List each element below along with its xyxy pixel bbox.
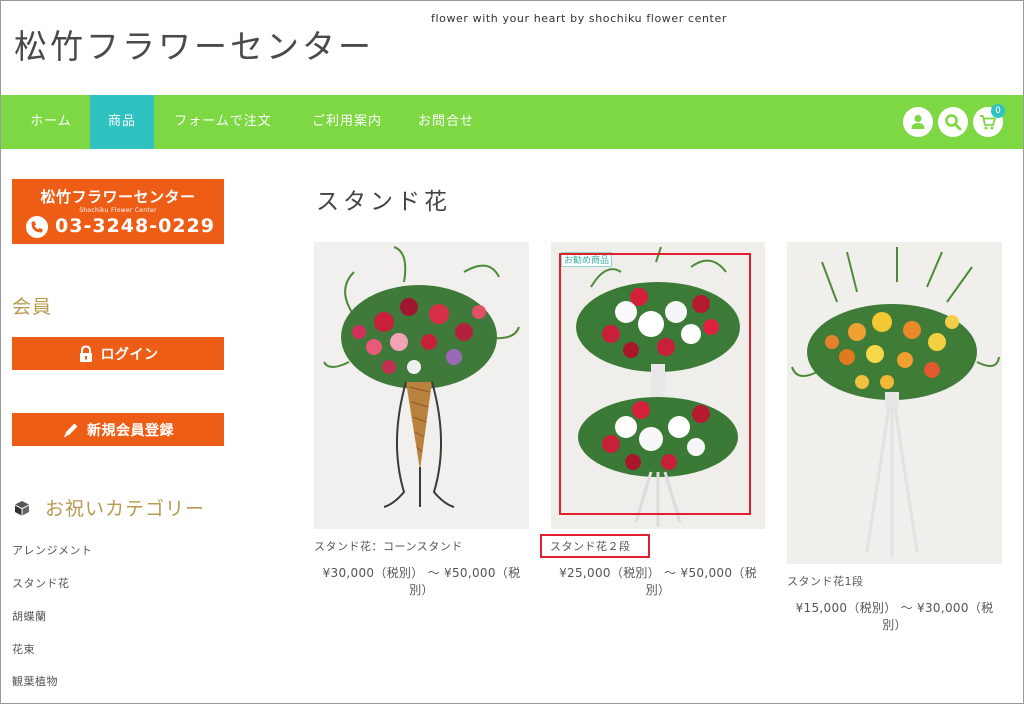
product-price-line: ¥30,000（税別） 〜 ¥50,000（税 — [322, 566, 521, 580]
lock-icon — [79, 344, 92, 362]
product-price-line: ¥25,000（税別） 〜 ¥50,000（税 — [559, 566, 757, 580]
register-button[interactable]: 新規会員登録 — [12, 413, 224, 446]
product-name-single-tier-stand[interactable]: スタンド花1段 — [787, 573, 864, 589]
banner-shop-name: 松竹フラワーセンター — [40, 188, 196, 206]
banner-shop-name-roman: Shochiku Flower Center — [79, 207, 157, 214]
nav-item-guide[interactable]: ご利用案内 — [299, 95, 395, 149]
recommended-ribbon: お勧め商品 — [561, 252, 613, 267]
product-price-line: ¥15,000（税別） 〜 ¥30,000（税 — [795, 601, 994, 615]
user-icon[interactable] — [903, 107, 933, 137]
cart-count-badge: 0 — [991, 104, 1005, 118]
pencil-icon — [64, 423, 78, 437]
product-price-cone-stand: ¥30,000（税別） 〜 ¥50,000（税 別） — [314, 565, 529, 599]
main-nav: ホーム 商品 フォームで注文 ご利用案内 お問合せ 0 — [1, 95, 1023, 149]
product-price-two-tier-stand: ¥25,000（税別） 〜 ¥50,000（税 別） — [551, 565, 765, 599]
member-heading: 会員 — [12, 296, 53, 318]
phone-banner[interactable]: 松竹フラワーセンター Shochiku Flower Center 03-324… — [12, 179, 224, 244]
product-name-cone-stand[interactable]: スタンド花：コーンスタンド — [314, 538, 463, 554]
nav-item-order-form[interactable]: フォームで注文 — [163, 95, 283, 149]
category-link-bouquet[interactable]: 花束 — [12, 641, 35, 657]
product-price-line: 別） — [882, 618, 907, 632]
product-image-two-tier-stand[interactable] — [551, 242, 765, 529]
category-link-orchid[interactable]: 胡蝶蘭 — [12, 608, 47, 624]
site-title[interactable]: 松竹フラワーセンター — [14, 20, 374, 68]
phone-icon — [26, 216, 48, 238]
category-link-arrangement[interactable]: アレンジメント — [12, 542, 93, 558]
login-button[interactable]: ログイン — [12, 337, 224, 370]
register-button-label: 新規会員登録 — [87, 422, 174, 439]
cube-icon — [14, 500, 30, 520]
product-price-single-tier-stand: ¥15,000（税別） 〜 ¥30,000（税 別） — [787, 600, 1002, 634]
product-image-single-tier-stand[interactable] — [787, 242, 1002, 564]
nav-item-home[interactable]: ホーム — [19, 95, 83, 149]
product-name-two-tier-stand[interactable]: スタンド花２段 — [550, 538, 631, 554]
banner-phone-number: 03-3248-0229 — [55, 215, 215, 237]
site-tagline: flower with your heart by shochiku flowe… — [431, 12, 727, 25]
product-image-cone-stand[interactable] — [314, 242, 529, 529]
category-heading: お祝いカテゴリー — [45, 498, 206, 520]
nav-item-contact[interactable]: お問合せ — [407, 95, 485, 149]
category-link-stand-flower[interactable]: スタンド花 — [12, 575, 70, 591]
product-price-line: 別） — [645, 583, 671, 597]
cart-icon[interactable]: 0 — [973, 104, 1005, 137]
login-button-label: ログイン — [100, 346, 159, 363]
page-title: スタンド花 — [316, 189, 451, 215]
nav-item-products[interactable]: 商品 — [90, 95, 154, 149]
product-price-line: 別） — [409, 583, 434, 597]
category-link-plants[interactable]: 観葉植物 — [12, 673, 58, 689]
search-icon[interactable] — [938, 107, 968, 137]
